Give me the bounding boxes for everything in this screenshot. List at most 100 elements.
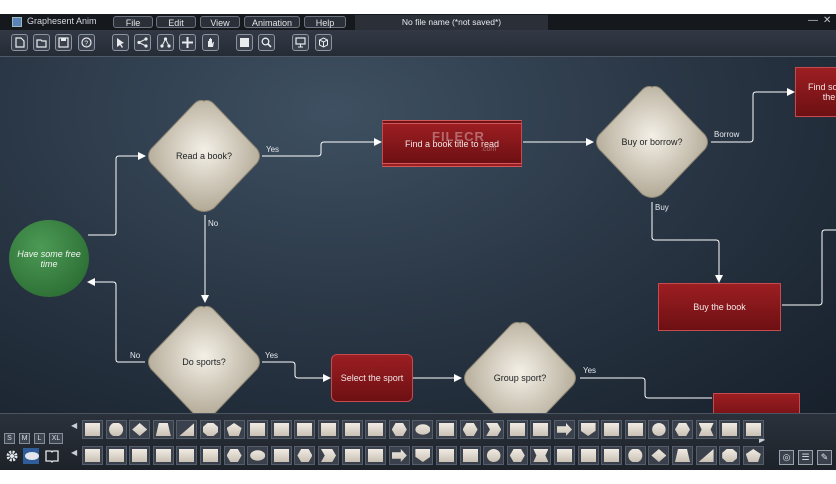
shape-hexagon-button[interactable] (223, 446, 245, 465)
shape-hexagon3-button[interactable] (506, 446, 528, 465)
menu-help[interactable]: Help (304, 16, 346, 28)
zoom-icon[interactable] (258, 34, 275, 51)
gear-icon[interactable] (4, 448, 20, 464)
shape-ribbon-button[interactable] (695, 420, 717, 439)
size-l-button[interactable]: L (34, 433, 45, 444)
cube-icon[interactable] (315, 34, 332, 51)
shape-chevron-button[interactable] (483, 420, 505, 439)
move-icon[interactable] (179, 34, 196, 51)
shape-chevron-button[interactable] (318, 446, 339, 465)
shape-hexagon3-button[interactable] (672, 420, 693, 439)
shape-rect-button[interactable] (200, 446, 221, 465)
size-m-button[interactable]: M (19, 433, 30, 444)
shape-rect-split-button[interactable] (129, 446, 151, 465)
shape-banner-button[interactable] (601, 420, 623, 439)
shape-rect3-button[interactable] (365, 446, 387, 465)
shape-box-button[interactable] (459, 446, 481, 465)
frame-icon[interactable] (236, 34, 253, 51)
shape-note-button[interactable] (554, 446, 575, 465)
screen-icon[interactable] (292, 34, 309, 51)
file-tab[interactable]: No file name (*not saved*) (355, 15, 548, 30)
shape-arrow-button[interactable] (554, 420, 575, 439)
shape-pentagon-button[interactable] (223, 420, 245, 439)
shape-square-button[interactable] (601, 446, 623, 465)
shape-tag-button[interactable] (82, 446, 103, 465)
menu-view[interactable]: View (200, 16, 240, 28)
process-buy-book[interactable]: Buy the book (658, 283, 781, 331)
shape-rect-split-button[interactable] (294, 420, 316, 439)
shape-arrow-button[interactable] (388, 446, 410, 465)
shape-octagon-button[interactable] (719, 446, 741, 465)
hierarchy-icon[interactable] (157, 34, 174, 51)
open-folder-icon[interactable] (33, 34, 50, 51)
shape-cube-button[interactable] (742, 420, 764, 439)
shape-box-button[interactable] (624, 420, 646, 439)
process-select-sport[interactable]: Select the sport (331, 354, 413, 402)
shape-tag-button[interactable] (247, 420, 269, 439)
shape-hexagon-button[interactable] (388, 420, 410, 439)
ellipse-icon[interactable] (23, 448, 39, 464)
size-xl-button[interactable]: XL (49, 433, 63, 444)
shape-rect-bars-button[interactable] (270, 420, 292, 439)
process-partial[interactable] (713, 393, 800, 413)
menu-animation[interactable]: Animation (244, 16, 300, 28)
shape-trapezoid-button[interactable] (152, 420, 174, 439)
shape-pentagon-button[interactable] (742, 446, 764, 465)
shape-octagon-button[interactable] (200, 420, 221, 439)
save-icon[interactable] (55, 34, 72, 51)
shape-rect-bars-button[interactable] (105, 446, 127, 465)
shape-drop-button[interactable] (648, 420, 670, 439)
size-s-button[interactable]: S (4, 433, 15, 444)
help-icon[interactable]: ? (78, 34, 95, 51)
shape-hexagon2-button[interactable] (294, 446, 316, 465)
list-icon[interactable]: ☰ (798, 450, 813, 465)
shape-cylinder-button[interactable] (152, 446, 174, 465)
shape-circle-icon (628, 449, 643, 462)
scroll-left-icon[interactable]: ◀ (71, 421, 77, 430)
shape-diamond-button[interactable] (129, 420, 151, 439)
shape-banner-button[interactable] (436, 446, 457, 465)
shape-drop-button[interactable] (483, 446, 505, 465)
shape-circle-button[interactable] (624, 446, 646, 465)
hand-icon[interactable] (202, 34, 219, 51)
shape-pill-button[interactable] (341, 446, 363, 465)
shape-pill-button[interactable] (506, 420, 528, 439)
minimize-button[interactable]: — (808, 15, 818, 26)
shape-doc-button[interactable] (341, 420, 363, 439)
shape-square-button[interactable] (82, 420, 103, 439)
menu-file[interactable]: File (113, 16, 153, 28)
shape-triangle-button[interactable] (176, 420, 198, 439)
shape-cube-button[interactable] (577, 446, 599, 465)
book-icon[interactable] (44, 448, 60, 464)
shape-ellipse-button[interactable] (247, 446, 269, 465)
scroll-left-icon[interactable]: ◀ (71, 448, 77, 457)
shape-cylinder-button[interactable] (318, 420, 339, 439)
start-node[interactable]: Have some free time (9, 220, 89, 297)
pointer-icon[interactable] (112, 34, 129, 51)
shape-diamond-button[interactable] (648, 446, 670, 465)
shape-ellipse-button[interactable] (412, 420, 434, 439)
brush-icon[interactable]: ✎ (817, 450, 832, 465)
shape-hexagon2-button[interactable] (459, 420, 481, 439)
palette-icon[interactable]: ◎ (779, 450, 794, 465)
shape-trapezoid-button[interactable] (672, 446, 693, 465)
shape-box-icon (462, 449, 478, 462)
new-file-icon[interactable] (11, 34, 28, 51)
process-find-some[interactable]: Find some the (795, 67, 836, 117)
shape-doc-button[interactable] (176, 446, 198, 465)
flowchart-canvas[interactable]: Yes No No Yes Borrow Buy Yes Have some f… (0, 57, 836, 413)
shape-rect2-button[interactable] (436, 420, 457, 439)
shape-rect2-button[interactable] (270, 446, 292, 465)
shape-banner-icon (604, 423, 620, 436)
shape-shield-button[interactable] (412, 446, 434, 465)
shape-rect-button[interactable] (365, 420, 387, 439)
shape-ribbon-button[interactable] (530, 446, 552, 465)
shape-rect3-button[interactable] (530, 420, 552, 439)
shape-triangle-button[interactable] (695, 446, 717, 465)
shape-note-button[interactable] (719, 420, 741, 439)
close-button[interactable]: ✕ (823, 15, 831, 26)
share-icon[interactable] (134, 34, 151, 51)
shape-circle-button[interactable] (105, 420, 127, 439)
menu-edit[interactable]: Edit (156, 16, 196, 28)
shape-shield-button[interactable] (577, 420, 599, 439)
